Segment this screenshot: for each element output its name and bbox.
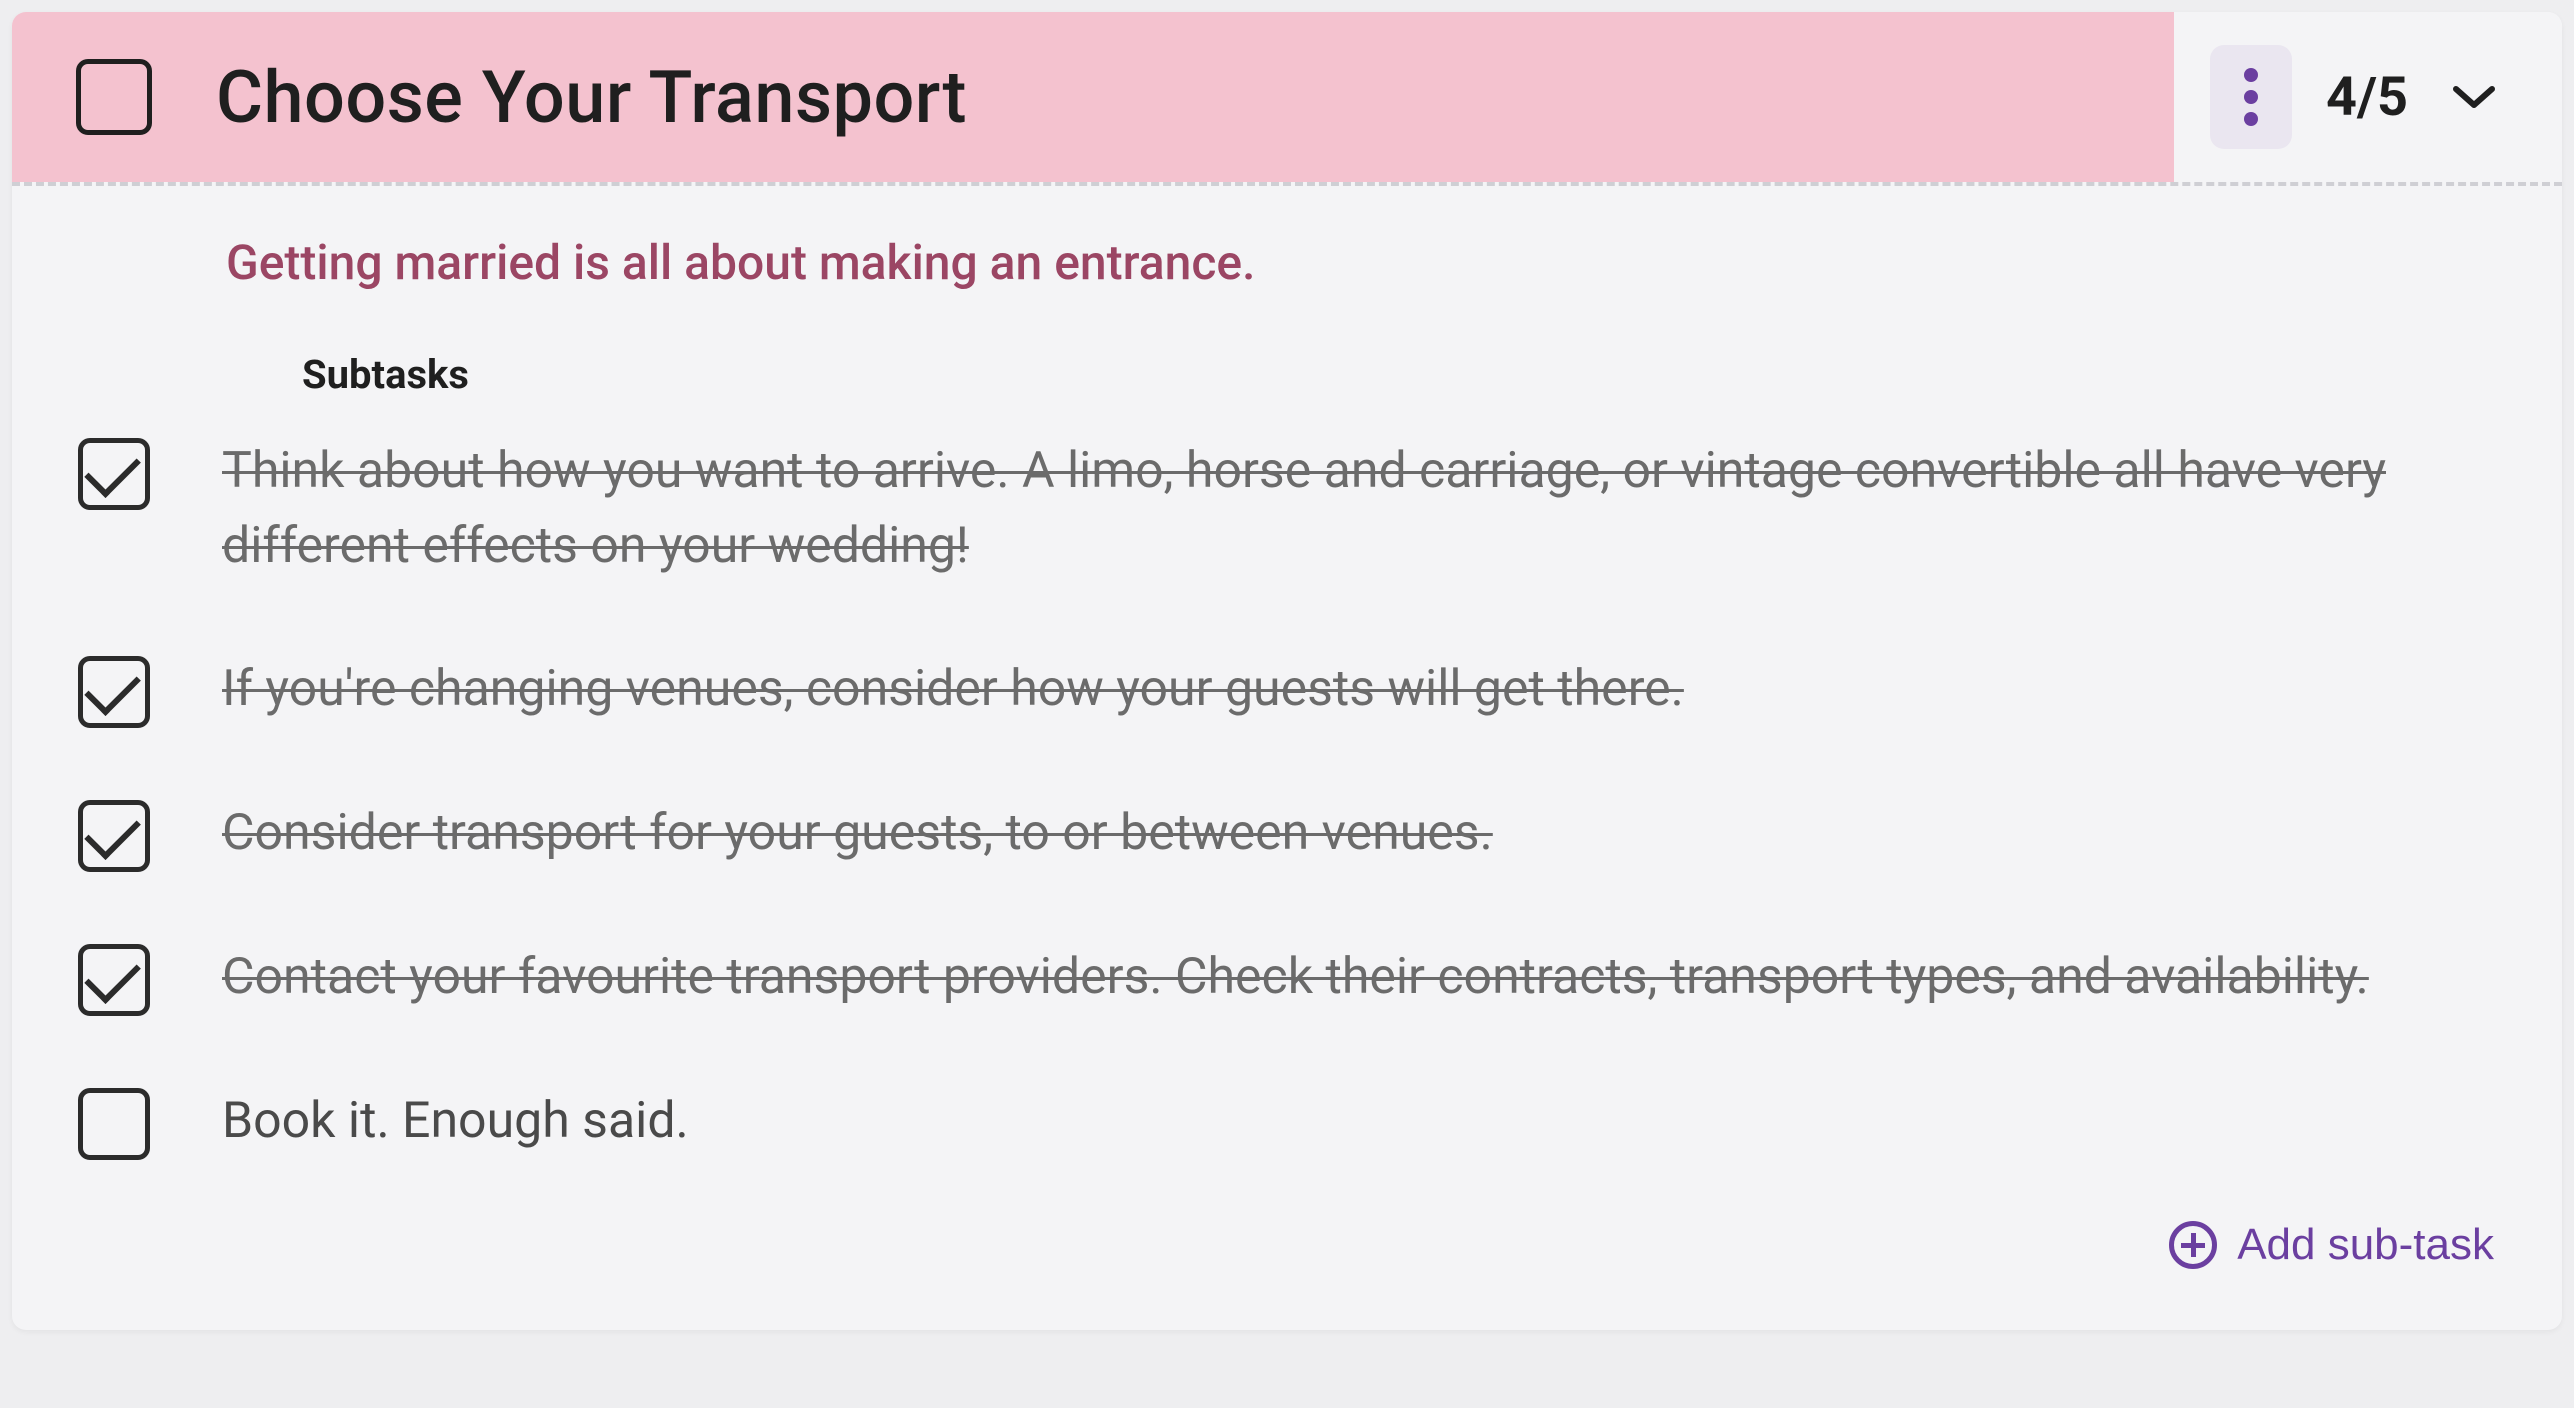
task-title: Choose Your Transport [216, 55, 967, 140]
task-description: Getting married is all about making an e… [12, 186, 2562, 351]
subtask-text: Consider transport for your guests, to o… [222, 796, 2482, 871]
subtask-checkbox[interactable] [78, 438, 150, 510]
subtask-row: Consider transport for your guests, to o… [78, 796, 2482, 872]
chevron-down-icon [2452, 83, 2496, 111]
more-vertical-icon [2242, 65, 2260, 129]
task-header: Choose Your Transport 4/5 [12, 12, 2562, 182]
subtask-checkbox[interactable] [78, 1088, 150, 1160]
subtask-checkbox[interactable] [78, 944, 150, 1016]
subtask-text: If you're changing venues, consider how … [222, 652, 2482, 727]
subtask-row: Think about how you want to arrive. A li… [78, 434, 2482, 584]
more-options-button[interactable] [2210, 45, 2292, 149]
subtask-list: Think about how you want to arrive. A li… [12, 434, 2562, 1190]
add-subtask-label: Add sub-task [2237, 1220, 2494, 1270]
subtask-text: Book it. Enough said. [222, 1084, 2482, 1159]
task-header-left: Choose Your Transport [12, 12, 2174, 182]
plus-circle-icon [2169, 1221, 2217, 1269]
collapse-button[interactable] [2442, 65, 2506, 129]
subtask-row: Contact your favourite transport provide… [78, 940, 2482, 1016]
subtask-checkbox[interactable] [78, 800, 150, 872]
task-header-right: 4/5 [2174, 12, 2562, 182]
task-card: Choose Your Transport 4/5 [12, 12, 2562, 1330]
subtasks-heading: Subtasks [12, 351, 2562, 434]
subtask-checkbox[interactable] [78, 656, 150, 728]
task-body: Getting married is all about making an e… [12, 186, 2562, 1330]
subtask-row: Book it. Enough said. [78, 1084, 2482, 1160]
subtask-text: Think about how you want to arrive. A li… [222, 434, 2482, 584]
subtask-row: If you're changing venues, consider how … [78, 652, 2482, 728]
add-subtask-button[interactable]: Add sub-task [12, 1190, 2562, 1310]
subtask-counter: 4/5 [2326, 66, 2408, 129]
subtask-text: Contact your favourite transport provide… [222, 940, 2482, 1015]
task-checkbox[interactable] [76, 59, 152, 135]
